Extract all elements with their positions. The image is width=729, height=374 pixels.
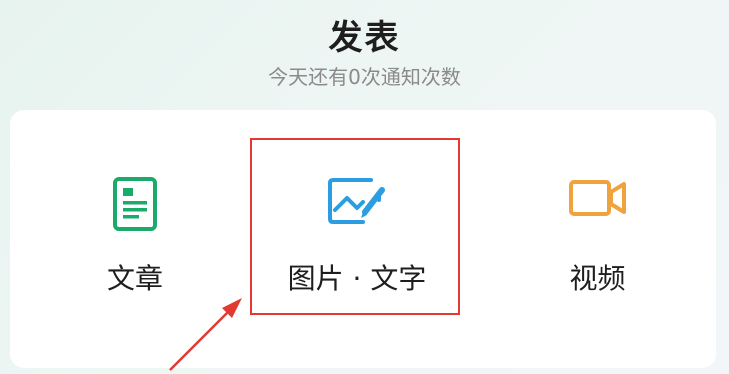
publish-image-text-option[interactable]: 图片 · 文字 — [250, 110, 464, 368]
annotation-arrow-icon — [169, 298, 242, 371]
video-label: 视频 — [569, 262, 626, 295]
notification-count-text: 今天还有0次通知次数 — [268, 65, 461, 89]
image-text-label: 图片 · 文字 — [287, 262, 427, 295]
publish-options-card: 文章 图片 · 文字 视频 — [10, 110, 716, 368]
page-title: 发表 — [328, 18, 401, 58]
publish-video-option[interactable]: 视频 — [510, 110, 685, 368]
video-camera-icon — [568, 176, 628, 224]
document-icon — [112, 176, 158, 236]
image-icon — [327, 176, 387, 230]
